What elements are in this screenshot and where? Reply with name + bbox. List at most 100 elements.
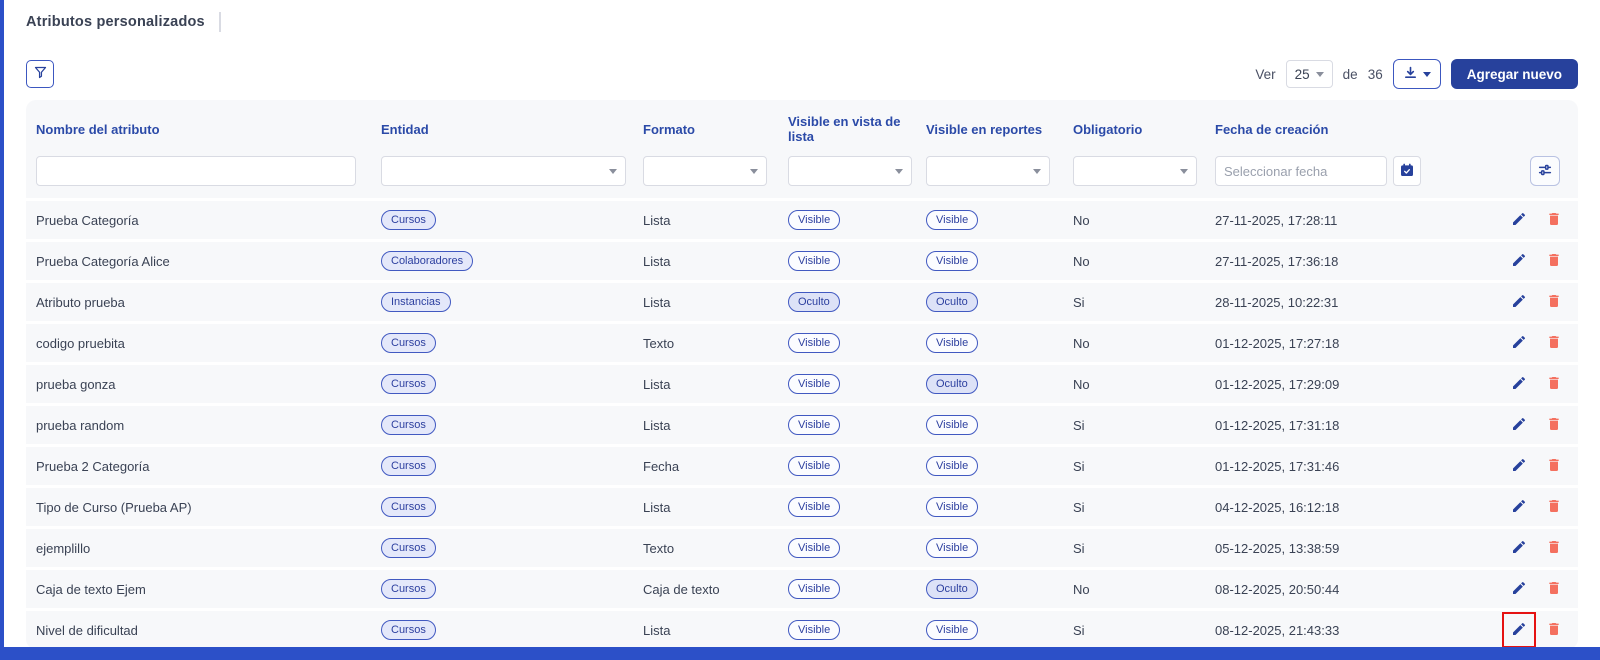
visible-list-badge: Visible bbox=[788, 374, 840, 395]
toolbar: Ver 25 de 36 Agregar nuevo bbox=[4, 52, 1600, 96]
sliders-icon bbox=[1537, 162, 1553, 181]
column-header-visible-list[interactable]: Visible en vista de lista bbox=[788, 114, 926, 144]
edit-button[interactable] bbox=[1505, 206, 1533, 234]
created-date: 01-12-2025, 17:27:18 bbox=[1215, 336, 1493, 351]
page-header-bar: Atributos personalizados bbox=[4, 0, 1600, 44]
trash-icon bbox=[1546, 457, 1562, 476]
delete-button[interactable] bbox=[1540, 493, 1568, 521]
visible-list-badge: Visible bbox=[788, 456, 840, 477]
chevron-down-icon bbox=[750, 169, 758, 174]
attribute-name: Prueba Categoría Alice bbox=[36, 254, 381, 269]
edit-highlight-box bbox=[1502, 448, 1536, 484]
chevron-down-icon bbox=[895, 169, 903, 174]
trash-icon bbox=[1546, 293, 1562, 312]
column-header-format[interactable]: Formato bbox=[643, 122, 788, 137]
visible-reports-badge: Oculto bbox=[926, 292, 978, 313]
required-value: Si bbox=[1073, 500, 1215, 515]
column-header-entity[interactable]: Entidad bbox=[381, 122, 643, 137]
visible-reports-filter-select[interactable] bbox=[926, 156, 1050, 186]
entity-filter-select[interactable] bbox=[381, 156, 626, 186]
pencil-icon bbox=[1511, 252, 1527, 271]
delete-button[interactable] bbox=[1540, 575, 1568, 603]
trash-icon bbox=[1546, 211, 1562, 230]
edit-button[interactable] bbox=[1505, 616, 1533, 644]
entity-badge: Cursos bbox=[381, 333, 436, 354]
chevron-down-icon bbox=[609, 169, 617, 174]
edit-highlight-box bbox=[1502, 489, 1536, 525]
name-filter-input[interactable] bbox=[36, 156, 356, 186]
format-value: Lista bbox=[643, 623, 788, 638]
edit-button[interactable] bbox=[1505, 575, 1533, 603]
pencil-icon bbox=[1511, 580, 1527, 599]
visible-reports-badge: Visible bbox=[926, 497, 978, 518]
delete-button[interactable] bbox=[1540, 329, 1568, 357]
delete-button[interactable] bbox=[1540, 288, 1568, 316]
table-body: Prueba Categoría Cursos Lista Visible Vi… bbox=[26, 198, 1578, 649]
edit-button[interactable] bbox=[1505, 411, 1533, 439]
edit-button[interactable] bbox=[1505, 452, 1533, 480]
pencil-icon bbox=[1511, 621, 1527, 640]
entity-badge: Cursos bbox=[381, 620, 436, 641]
attribute-name: Caja de texto Ejem bbox=[36, 582, 381, 597]
delete-button[interactable] bbox=[1540, 411, 1568, 439]
column-header-name[interactable]: Nombre del atributo bbox=[36, 122, 381, 137]
page-size-select[interactable]: 25 bbox=[1286, 60, 1333, 88]
edit-button[interactable] bbox=[1505, 329, 1533, 357]
calendar-icon bbox=[1399, 162, 1415, 181]
delete-button[interactable] bbox=[1540, 206, 1568, 234]
edit-highlight-box bbox=[1502, 243, 1536, 279]
table-row: Prueba 2 Categoría Cursos Fecha Visible … bbox=[26, 444, 1578, 485]
delete-button[interactable] bbox=[1540, 616, 1568, 644]
delete-button[interactable] bbox=[1540, 534, 1568, 562]
delete-button[interactable] bbox=[1540, 452, 1568, 480]
created-date: 01-12-2025, 17:29:09 bbox=[1215, 377, 1493, 392]
table-row: prueba random Cursos Lista Visible Visib… bbox=[26, 403, 1578, 444]
date-filter-input[interactable] bbox=[1215, 156, 1387, 186]
edit-button[interactable] bbox=[1505, 288, 1533, 316]
created-date: 27-11-2025, 17:36:18 bbox=[1215, 254, 1493, 269]
entity-badge: Cursos bbox=[381, 456, 436, 477]
attribute-name: Nivel de dificultad bbox=[36, 623, 381, 638]
visible-list-badge: Visible bbox=[788, 538, 840, 559]
filter-button[interactable] bbox=[26, 60, 54, 88]
edit-button[interactable] bbox=[1505, 247, 1533, 275]
chevron-down-icon bbox=[1033, 169, 1041, 174]
attribute-name: Prueba Categoría bbox=[36, 213, 381, 228]
title-divider bbox=[219, 12, 221, 32]
format-value: Lista bbox=[643, 213, 788, 228]
format-filter-select[interactable] bbox=[643, 156, 767, 186]
table-row: Prueba Categoría Alice Colaboradores Lis… bbox=[26, 239, 1578, 280]
column-header-visible-reports[interactable]: Visible en reportes bbox=[926, 122, 1073, 137]
edit-highlight-box bbox=[1502, 284, 1536, 320]
created-date: 08-12-2025, 20:50:44 bbox=[1215, 582, 1493, 597]
trash-icon bbox=[1546, 539, 1562, 558]
edit-button[interactable] bbox=[1505, 534, 1533, 562]
visible-list-filter-select[interactable] bbox=[788, 156, 912, 186]
table-row: Tipo de Curso (Prueba AP) Cursos Lista V… bbox=[26, 485, 1578, 526]
edit-button[interactable] bbox=[1505, 493, 1533, 521]
required-filter-select[interactable] bbox=[1073, 156, 1197, 186]
visible-reports-badge: Visible bbox=[926, 456, 978, 477]
edit-highlight-box bbox=[1502, 571, 1536, 607]
column-header-required[interactable]: Obligatorio bbox=[1073, 122, 1215, 137]
export-button[interactable] bbox=[1393, 59, 1441, 89]
edit-button[interactable] bbox=[1505, 370, 1533, 398]
column-settings-button[interactable] bbox=[1530, 156, 1560, 186]
table-row: Prueba Categoría Cursos Lista Visible Vi… bbox=[26, 198, 1578, 239]
entity-badge: Cursos bbox=[381, 210, 436, 231]
chevron-down-icon bbox=[1180, 169, 1188, 174]
attribute-name: Prueba 2 Categoría bbox=[36, 459, 381, 474]
calendar-button[interactable] bbox=[1393, 156, 1421, 186]
table-row: Nivel de dificultad Cursos Lista Visible… bbox=[26, 608, 1578, 649]
attribute-name: prueba random bbox=[36, 418, 381, 433]
required-value: Si bbox=[1073, 541, 1215, 556]
trash-icon bbox=[1546, 498, 1562, 517]
add-new-button[interactable]: Agregar nuevo bbox=[1451, 59, 1578, 89]
delete-button[interactable] bbox=[1540, 370, 1568, 398]
required-value: No bbox=[1073, 254, 1215, 269]
delete-button[interactable] bbox=[1540, 247, 1568, 275]
funnel-icon bbox=[33, 65, 48, 83]
column-header-created[interactable]: Fecha de creación bbox=[1215, 122, 1493, 137]
visible-list-badge: Visible bbox=[788, 251, 840, 272]
format-value: Texto bbox=[643, 541, 788, 556]
